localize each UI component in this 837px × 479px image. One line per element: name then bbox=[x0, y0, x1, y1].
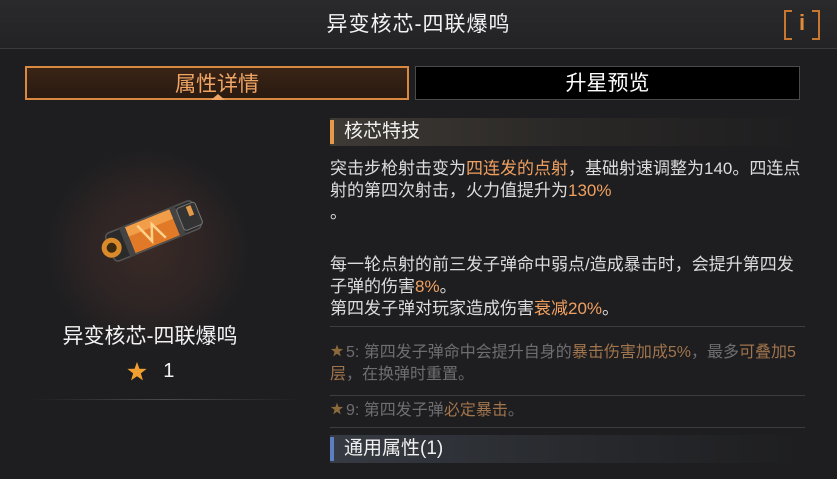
perk-text: ，最多 bbox=[690, 344, 739, 361]
page-title: 异变核芯-四联爆鸣 bbox=[326, 13, 511, 36]
tab-attribute-details[interactable]: 属性详情 bbox=[25, 66, 409, 100]
star-perk-9: 9: 第四发子弹必定暴击。 bbox=[330, 400, 805, 422]
general-attributes-header[interactable]: 通用属性(1) bbox=[330, 435, 805, 463]
perk-text: : 第四发子弹命中会提升自身的 bbox=[354, 344, 572, 361]
general-attributes-title: 通用属性(1) bbox=[344, 438, 444, 459]
star-perk-5: 5: 第四发子弹命中会提升自身的暴击伤害加成5%，最多可叠加5层，在换弹时重置。 bbox=[330, 342, 805, 386]
section-accent-bar bbox=[330, 120, 334, 144]
core-skill-description: 突击步枪射击变为四连发的点射，基础射速调整为140。四连点射的第四次射击，火力值… bbox=[330, 158, 805, 224]
divider bbox=[330, 326, 805, 327]
perk-text: ，在换弹时重置。 bbox=[346, 366, 475, 383]
desc-text: 突击步枪射击变为 bbox=[330, 159, 466, 178]
perk-level: 5 bbox=[346, 344, 355, 361]
desc-text: 。 bbox=[439, 277, 457, 296]
section-accent-bar bbox=[330, 437, 334, 461]
divider bbox=[30, 399, 300, 400]
info-icon: i bbox=[798, 10, 806, 35]
perk-text: 。 bbox=[507, 402, 524, 419]
desc-highlight: 四连发的点射 bbox=[466, 159, 568, 178]
desc-highlight: 衰减20% bbox=[534, 299, 603, 318]
item-name: 异变核芯-四联爆鸣 bbox=[62, 325, 238, 348]
desc-text: 。 bbox=[602, 299, 620, 318]
desc-highlight: 8% bbox=[415, 277, 440, 296]
tab-star-preview[interactable]: 升星预览 bbox=[415, 66, 800, 100]
perk-highlight: 必定暴击 bbox=[443, 402, 508, 419]
perk-highlight: 暴击伤害加成5% bbox=[571, 344, 691, 361]
perk-text: : 第四发子弹 bbox=[354, 402, 444, 419]
desc-text: 每一轮点射的前三发子弹命中弱点/造成暴击时，会提升第四发子弹的伤害 bbox=[330, 255, 794, 296]
info-button[interactable]: i bbox=[782, 8, 822, 40]
info-bracket-right bbox=[812, 10, 820, 40]
star-icon bbox=[330, 344, 344, 357]
core-skill-header: 核芯特技 bbox=[330, 118, 805, 146]
star-level-value: 1 bbox=[163, 360, 175, 383]
perk-level: 9 bbox=[346, 402, 355, 419]
desc-text: 第四发子弹对玩家造成伤害 bbox=[330, 299, 534, 318]
title-bar: 异变核芯-四联爆鸣 i bbox=[0, 0, 837, 49]
divider bbox=[330, 395, 805, 396]
star-level-row: 1 bbox=[0, 360, 300, 390]
star-icon bbox=[330, 402, 344, 415]
core-skill-title: 核芯特技 bbox=[344, 121, 421, 142]
core-skill-description-2: 每一轮点射的前三发子弹命中弱点/造成暴击时，会提升第四发子弹的伤害8%。 第四发… bbox=[330, 254, 805, 320]
star-icon bbox=[127, 361, 147, 381]
core-item-icon bbox=[101, 200, 203, 262]
info-bracket-left bbox=[784, 10, 792, 40]
divider bbox=[330, 427, 805, 428]
desc-highlight: 130% bbox=[568, 181, 612, 200]
desc-text: 。 bbox=[330, 203, 347, 222]
